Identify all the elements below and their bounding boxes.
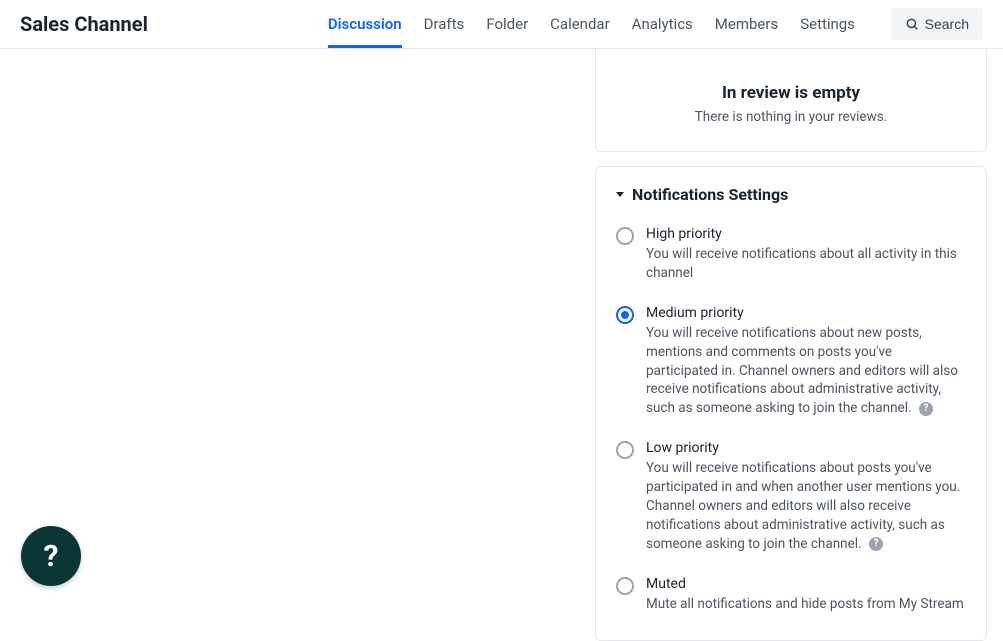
help-icon[interactable]: ?: [869, 537, 883, 551]
tab-discussion[interactable]: Discussion: [328, 0, 402, 48]
main: In review is empty There is nothing in y…: [0, 49, 1003, 600]
radio-icon: [616, 441, 634, 459]
notifications-settings-title: Notifications Settings: [632, 185, 788, 204]
question-icon: ?: [44, 539, 59, 574]
radio-icon: [616, 227, 634, 245]
in-review-subtitle: There is nothing in your reviews.: [616, 109, 966, 125]
priority-option-high[interactable]: High priority You will receive notificat…: [616, 218, 966, 297]
tab-analytics[interactable]: Analytics: [632, 0, 693, 48]
radio-icon: [616, 306, 634, 324]
option-title: High priority: [646, 226, 966, 242]
right-pane: In review is empty There is nothing in y…: [595, 49, 999, 600]
nav-tabs: Discussion Drafts Folder Calendar Analyt…: [328, 0, 871, 48]
search-button[interactable]: Search: [891, 8, 983, 40]
search-icon: [905, 17, 919, 31]
tab-settings[interactable]: Settings: [800, 0, 855, 48]
notifications-settings-card: Notifications Settings High priority You…: [595, 166, 987, 641]
option-title: Muted: [646, 576, 966, 592]
option-desc: You will receive notifications about all…: [646, 245, 966, 283]
chevron-down-icon: [616, 192, 624, 197]
option-desc: Mute all notifications and hide posts fr…: [646, 595, 966, 614]
header: Sales Channel Discussion Drafts Folder C…: [0, 0, 1003, 49]
option-desc: You will receive notifications about pos…: [646, 459, 966, 553]
priority-option-low[interactable]: Low priority You will receive notificati…: [616, 432, 966, 567]
tab-folder[interactable]: Folder: [486, 0, 528, 48]
help-fab-button[interactable]: ?: [21, 526, 81, 586]
help-icon[interactable]: ?: [919, 402, 933, 416]
notifications-settings-header[interactable]: Notifications Settings: [616, 185, 966, 204]
tab-members[interactable]: Members: [715, 0, 778, 48]
in-review-card: In review is empty There is nothing in y…: [595, 49, 987, 152]
option-title: Low priority: [646, 440, 966, 456]
page-title: Sales Channel: [20, 12, 148, 36]
radio-icon: [616, 577, 634, 595]
option-desc: You will receive notifications about new…: [646, 324, 966, 418]
priority-option-muted[interactable]: Muted Mute all notifications and hide po…: [616, 568, 966, 628]
option-title: Medium priority: [646, 305, 966, 321]
left-pane: [0, 49, 595, 600]
priority-option-medium[interactable]: Medium priority You will receive notific…: [616, 297, 966, 432]
tab-calendar[interactable]: Calendar: [550, 0, 610, 48]
in-review-title: In review is empty: [616, 83, 966, 103]
search-label: Search: [925, 16, 969, 32]
tab-drafts[interactable]: Drafts: [424, 0, 465, 48]
